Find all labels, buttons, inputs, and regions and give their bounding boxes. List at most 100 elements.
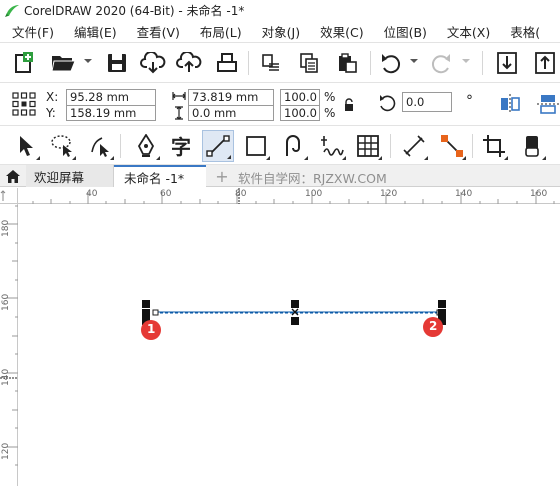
menu-object[interactable]: 对象(J) — [252, 22, 310, 41]
selection-handle-middle-left[interactable] — [142, 309, 150, 317]
lock-ratio-icon[interactable] — [344, 98, 354, 112]
save-button[interactable] — [102, 48, 132, 78]
tab-document[interactable]: 未命名 -1* — [114, 165, 206, 187]
text-tool[interactable]: 字 — [166, 130, 198, 162]
width-field[interactable]: 73.819 mm — [188, 89, 274, 105]
selection-handle-top-center[interactable] — [291, 300, 299, 308]
mirror-horizontal-icon[interactable] — [498, 93, 522, 115]
document-tabs: 欢迎屏幕 未命名 -1* + 软件自学网：RJZXW.COM — [0, 165, 560, 187]
pen-nib-icon — [137, 134, 155, 157]
redo-dropdown-icon[interactable] — [462, 59, 470, 63]
undo-button[interactable] — [376, 48, 406, 78]
ruler-label: 60 — [160, 189, 172, 199]
print-button[interactable] — [212, 48, 242, 78]
toolbox-separator — [120, 134, 121, 158]
folder-open-icon — [51, 56, 76, 72]
shape-tool-icon — [91, 137, 109, 157]
import-button[interactable] — [492, 48, 522, 78]
ruler-label: 80 — [235, 189, 247, 199]
line-start-node[interactable] — [152, 309, 159, 316]
menu-bitmaps[interactable]: 位图(B) — [374, 22, 437, 41]
menu-view[interactable]: 查看(V) — [127, 22, 190, 41]
ruler-label: 180 — [1, 219, 11, 237]
connector-tool[interactable] — [436, 130, 468, 162]
text-tool-icon: 字 — [171, 135, 191, 158]
toolbar-separator — [370, 51, 371, 75]
add-document-button[interactable]: + — [212, 165, 232, 187]
copy-button[interactable] — [294, 48, 324, 78]
freehand-pick-tool[interactable] — [46, 130, 78, 162]
toolbox-separator — [472, 134, 473, 158]
cloud-download-button[interactable] — [138, 48, 168, 78]
artistic-media-tool[interactable] — [316, 130, 348, 162]
menu-text[interactable]: 文本(X) — [437, 22, 500, 41]
toolbar-separator — [248, 51, 249, 75]
property-bar: X: Y: 95.28 mm 158.19 mm 73.819 mm 0.0 m… — [0, 84, 560, 126]
x-label: X: — [46, 90, 59, 104]
tab-welcome-screen[interactable]: 欢迎屏幕 — [26, 165, 114, 187]
redo-icon — [431, 54, 450, 74]
vertical-ruler[interactable]: 180 160 140 120 — [0, 188, 18, 486]
drawing-canvas[interactable]: 1 2 — [19, 205, 560, 486]
undo-dropdown-icon[interactable] — [410, 59, 418, 63]
eraser-tool[interactable] — [516, 130, 548, 162]
paste-button[interactable] — [332, 48, 362, 78]
menu-file[interactable]: 文件(F) — [0, 22, 64, 41]
y-position-field[interactable]: 158.19 mm — [66, 105, 156, 121]
ruler-origin-corner[interactable] — [0, 188, 18, 204]
table-icon — [357, 135, 379, 157]
menu-edit[interactable]: 编辑(E) — [64, 22, 127, 41]
width-icon — [172, 92, 186, 100]
open-button[interactable] — [48, 48, 78, 78]
rotation-field[interactable]: 0.0 — [402, 92, 452, 112]
copy-icon — [300, 53, 318, 73]
selection-handle-bottom-center[interactable] — [291, 317, 299, 325]
export-button[interactable] — [530, 48, 560, 78]
open-dropdown-icon[interactable] — [84, 59, 92, 63]
horizontal-ruler[interactable]: 40 60 80 100 120 140 160 — [18, 188, 560, 204]
print-icon — [217, 53, 237, 72]
export-icon — [535, 52, 555, 74]
standard-toolbar — [0, 43, 560, 83]
scale-y-field[interactable]: 100.0 — [280, 105, 320, 121]
ruler-label: 100 — [305, 189, 323, 199]
scale-x-field[interactable]: 100.0 — [280, 89, 320, 105]
redo-button[interactable] — [426, 48, 456, 78]
crop-tool[interactable] — [478, 130, 510, 162]
dimension-icon — [403, 135, 425, 157]
object-origin-icon[interactable] — [12, 92, 36, 116]
horizontal-ruler-ticks — [32, 188, 555, 204]
spiral-tool[interactable] — [278, 130, 310, 162]
dimension-tool[interactable] — [398, 130, 430, 162]
x-position-field[interactable]: 95.28 mm — [66, 89, 156, 105]
toolbar-separator — [482, 51, 483, 75]
degree-label: ° — [466, 93, 473, 109]
crop-icon — [483, 135, 505, 157]
line-tool[interactable] — [202, 130, 234, 162]
new-document-button[interactable] — [8, 48, 38, 78]
selection-handle-top-left[interactable] — [142, 300, 150, 308]
selection-handle-middle-right[interactable] — [438, 309, 446, 317]
shape-tool[interactable] — [84, 130, 116, 162]
canvas-drawing — [141, 300, 446, 340]
lasso-icon — [51, 135, 72, 157]
pen-tool[interactable] — [130, 130, 162, 162]
watermark-text: 软件自学网：RJZXW.COM — [238, 171, 387, 186]
rectangle-tool[interactable] — [240, 130, 272, 162]
import-icon — [497, 52, 517, 74]
menu-layout[interactable]: 布局(L) — [190, 22, 252, 41]
height-icon — [175, 106, 183, 120]
height-field[interactable]: 0.0 mm — [188, 105, 274, 121]
selection-handle-top-right[interactable] — [438, 300, 446, 308]
mirror-vertical-icon[interactable] — [536, 93, 560, 115]
home-tab[interactable] — [0, 165, 26, 187]
table-tool[interactable] — [352, 130, 384, 162]
cut-button[interactable] — [256, 48, 286, 78]
coreldraw-logo-icon — [5, 4, 19, 17]
menu-table[interactable]: 表格( — [500, 22, 550, 41]
pick-tool[interactable] — [10, 130, 42, 162]
cloud-upload-button[interactable] — [174, 48, 204, 78]
menu-effects[interactable]: 效果(C) — [310, 22, 373, 41]
y-label: Y: — [46, 106, 56, 120]
annotation-marker-1-label: 1 — [147, 322, 156, 336]
